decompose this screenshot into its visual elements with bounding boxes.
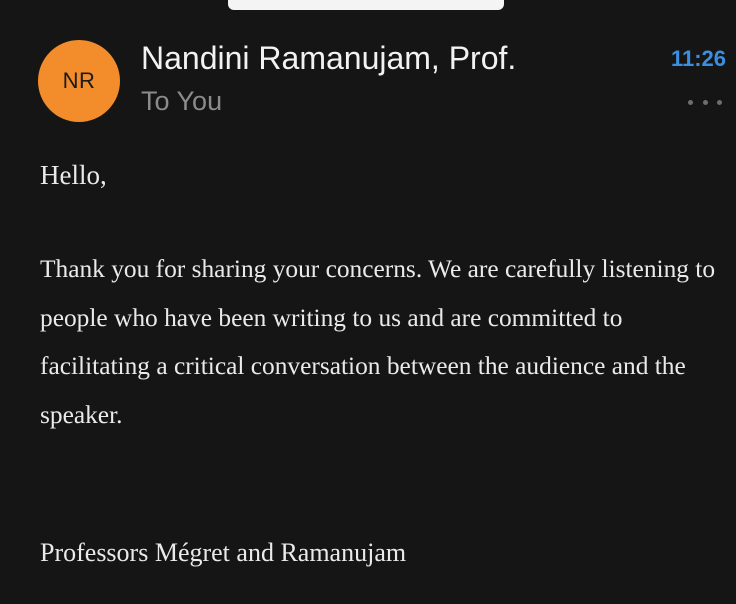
message-body: Hello, Thank you for sharing your concer… [40, 153, 722, 439]
more-horizontal-icon [688, 99, 693, 105]
sender-avatar[interactable]: NR [38, 40, 120, 122]
message-greeting: Hello, [40, 160, 107, 190]
message-time: 11:26 [670, 46, 726, 71]
sender-name[interactable]: Nandini Ramanujam, Prof. [141, 40, 516, 77]
message-signature: Professors Mégret and Ramanujam [40, 538, 407, 567]
message-paragraph: Thank you for sharing your concerns. We … [40, 255, 716, 429]
more-options-button[interactable] [688, 92, 722, 112]
more-horizontal-icon [702, 99, 708, 105]
more-horizontal-icon [717, 99, 722, 105]
recipient-line[interactable]: To You [141, 86, 222, 117]
message-header: NR Nandini Ramanujam, Prof. To You 11:26 [0, 0, 736, 140]
email-message-view: NR Nandini Ramanujam, Prof. To You 11:26… [0, 0, 736, 604]
avatar-initials: NR [62, 68, 96, 93]
